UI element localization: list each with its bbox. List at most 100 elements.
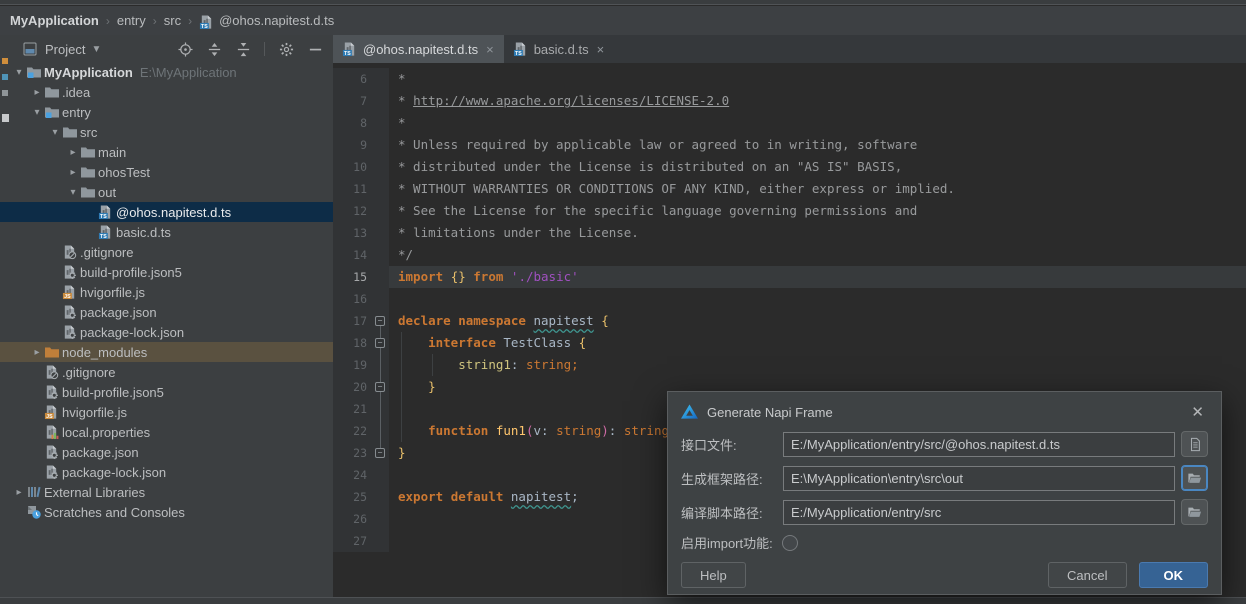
tree-item-hvigorfile-js[interactable]: JShvigorfile.js bbox=[0, 282, 333, 302]
breadcrumb-item[interactable]: MyApplication bbox=[10, 13, 99, 28]
cancel-button[interactable]: Cancel bbox=[1048, 562, 1126, 588]
breadcrumb-item[interactable]: entry bbox=[117, 13, 146, 28]
tree-item-entry[interactable]: ▾entry bbox=[0, 102, 333, 122]
tree-item-label: .gitignore bbox=[80, 245, 133, 260]
tree-item--ohos-napitest-d-ts[interactable]: TS@ohos.napitest.d.ts bbox=[0, 202, 333, 222]
fold-collapse-icon[interactable]: − bbox=[375, 316, 385, 326]
line-number: 7 bbox=[333, 90, 389, 112]
tree-item-label: package-lock.json bbox=[62, 465, 166, 480]
tree-item-package-json[interactable]: package.json bbox=[0, 442, 333, 462]
chevron-right-icon[interactable]: ▸ bbox=[30, 347, 44, 358]
code-line-17[interactable]: 17−declare namespace napitest { bbox=[333, 310, 1246, 332]
code-line-18[interactable]: 18− interface TestClass { bbox=[333, 332, 1246, 354]
tree-item-myapplication[interactable]: ▾MyApplicationE:\MyApplication bbox=[0, 62, 333, 82]
code-text: string1: string; bbox=[389, 354, 1246, 376]
tree-item-main[interactable]: ▸main bbox=[0, 142, 333, 162]
import-toggle-radio[interactable] bbox=[782, 535, 798, 551]
file-json-icon bbox=[44, 384, 62, 400]
line-number: 26 bbox=[333, 508, 389, 530]
code-text: declare namespace napitest { bbox=[389, 310, 1246, 332]
fold-collapse-icon[interactable]: − bbox=[375, 338, 385, 348]
chevron-down-icon[interactable]: ▾ bbox=[12, 67, 26, 78]
close-icon[interactable]: ✕ bbox=[1187, 403, 1208, 421]
breadcrumb-item[interactable]: src bbox=[164, 13, 181, 28]
fold-end-icon[interactable]: − bbox=[375, 382, 385, 392]
settings-icon[interactable] bbox=[278, 41, 294, 57]
code-line-11[interactable]: 11* WITHOUT WARRANTIES OR CONDITIONS OF … bbox=[333, 178, 1246, 200]
tree-item-local-properties[interactable]: local.properties bbox=[0, 422, 333, 442]
code-line-12[interactable]: 12* See the License for the specific lan… bbox=[333, 200, 1246, 222]
field-input-3[interactable] bbox=[783, 500, 1175, 525]
tree-item-build-profile-json5[interactable]: build-profile.json5 bbox=[0, 382, 333, 402]
tree-item--idea[interactable]: ▸.idea bbox=[0, 82, 333, 102]
tree-item--gitignore[interactable]: .gitignore bbox=[0, 362, 333, 382]
chevron-down-icon[interactable]: ▾ bbox=[66, 187, 80, 198]
tree-item-out[interactable]: ▾out bbox=[0, 182, 333, 202]
tree-item-package-lock-json[interactable]: package-lock.json bbox=[0, 462, 333, 482]
code-line-9[interactable]: 9* Unless required by applicable law or … bbox=[333, 134, 1246, 156]
code-text: import {} from './basic' bbox=[389, 266, 1246, 288]
expand-all-icon[interactable] bbox=[206, 41, 222, 57]
tree-item-label: package.json bbox=[80, 305, 157, 320]
tree-item-basic-d-ts[interactable]: TSbasic.d.ts bbox=[0, 222, 333, 242]
tree-item-label: ohosTest bbox=[98, 165, 150, 180]
line-number: 14 bbox=[333, 244, 389, 266]
tree-item-src[interactable]: ▾src bbox=[0, 122, 333, 142]
tab-close-icon[interactable]: × bbox=[486, 42, 494, 57]
hide-panel-icon[interactable] bbox=[307, 41, 323, 57]
ok-button[interactable]: OK bbox=[1139, 562, 1209, 588]
tab-close-icon[interactable]: × bbox=[597, 42, 605, 57]
code-line-10[interactable]: 10* distributed under the License is dis… bbox=[333, 156, 1246, 178]
tree-item-scratches-and-consoles[interactable]: Scratches and Consoles bbox=[0, 502, 333, 522]
tree-item-package-json[interactable]: package.json bbox=[0, 302, 333, 322]
code-line-19[interactable]: 19 string1: string; bbox=[333, 354, 1246, 376]
tree-item-package-lock-json[interactable]: package-lock.json bbox=[0, 322, 333, 342]
chevron-down-icon[interactable]: ▼ bbox=[91, 44, 101, 55]
field-input-1[interactable] bbox=[783, 432, 1175, 457]
help-button[interactable]: Help bbox=[681, 562, 746, 588]
dialog-field-row: 接口文件: bbox=[681, 431, 1208, 457]
code-text: */ bbox=[389, 244, 1246, 266]
fold-end-icon[interactable]: − bbox=[375, 448, 385, 458]
code-line-16[interactable]: 16 bbox=[333, 288, 1246, 310]
code-line-7[interactable]: 7* http://www.apache.org/licenses/LICENS… bbox=[333, 90, 1246, 112]
svg-text:TS: TS bbox=[201, 23, 208, 29]
chevron-down-icon[interactable]: ▾ bbox=[48, 127, 62, 138]
chevron-down-icon[interactable]: ▾ bbox=[30, 107, 44, 118]
field-input-2[interactable] bbox=[783, 466, 1175, 491]
code-text bbox=[389, 288, 1246, 310]
editor-tab--ohos-napitest-d-ts[interactable]: TS@ohos.napitest.d.ts× bbox=[333, 35, 504, 63]
code-line-13[interactable]: 13* limitations under the License. bbox=[333, 222, 1246, 244]
panel-title[interactable]: Project bbox=[45, 42, 85, 57]
line-number: 24 bbox=[333, 464, 389, 486]
code-line-15[interactable]: 15import {} from './basic' bbox=[333, 266, 1246, 288]
file-json-icon bbox=[62, 324, 80, 340]
editor-tab-basic-d-ts[interactable]: TSbasic.d.ts× bbox=[504, 35, 615, 63]
code-line-6[interactable]: 6* bbox=[333, 68, 1246, 90]
code-line-8[interactable]: 8* bbox=[333, 112, 1246, 134]
code-text: * Unless required by applicable law or a… bbox=[389, 134, 1246, 156]
chevron-right-icon[interactable]: ▸ bbox=[66, 167, 80, 178]
choose-folder-button[interactable] bbox=[1181, 499, 1208, 525]
tree-item-external-libraries[interactable]: ▸External Libraries bbox=[0, 482, 333, 502]
choose-file-button[interactable] bbox=[1181, 431, 1208, 457]
tree-item-build-profile-json5[interactable]: build-profile.json5 bbox=[0, 262, 333, 282]
import-toggle-label: 启用import功能: bbox=[681, 533, 773, 552]
chevron-right-icon[interactable]: ▸ bbox=[66, 147, 80, 158]
collapse-all-icon[interactable] bbox=[235, 41, 251, 57]
locate-icon[interactable] bbox=[177, 41, 193, 57]
file-ts-icon: TS bbox=[98, 224, 116, 240]
tree-item--gitignore[interactable]: .gitignore bbox=[0, 242, 333, 262]
project-stripe-button[interactable] bbox=[2, 114, 9, 122]
tree-item-node-modules[interactable]: ▸node_modules bbox=[0, 342, 333, 362]
chevron-right-icon[interactable]: ▸ bbox=[30, 87, 44, 98]
tree-item-ohostest[interactable]: ▸ ohosTest bbox=[0, 162, 333, 182]
breadcrumb-item[interactable]: @ohos.napitest.d.ts bbox=[219, 13, 334, 28]
code-text: * WITHOUT WARRANTIES OR CONDITIONS OF AN… bbox=[389, 178, 1246, 200]
tree-item-hvigorfile-js[interactable]: JShvigorfile.js bbox=[0, 402, 333, 422]
code-line-14[interactable]: 14*/ bbox=[333, 244, 1246, 266]
tree-item-label: .gitignore bbox=[62, 365, 115, 380]
folder-icon bbox=[44, 84, 62, 100]
chevron-right-icon[interactable]: ▸ bbox=[12, 487, 26, 498]
choose-folder-button[interactable] bbox=[1181, 465, 1208, 491]
